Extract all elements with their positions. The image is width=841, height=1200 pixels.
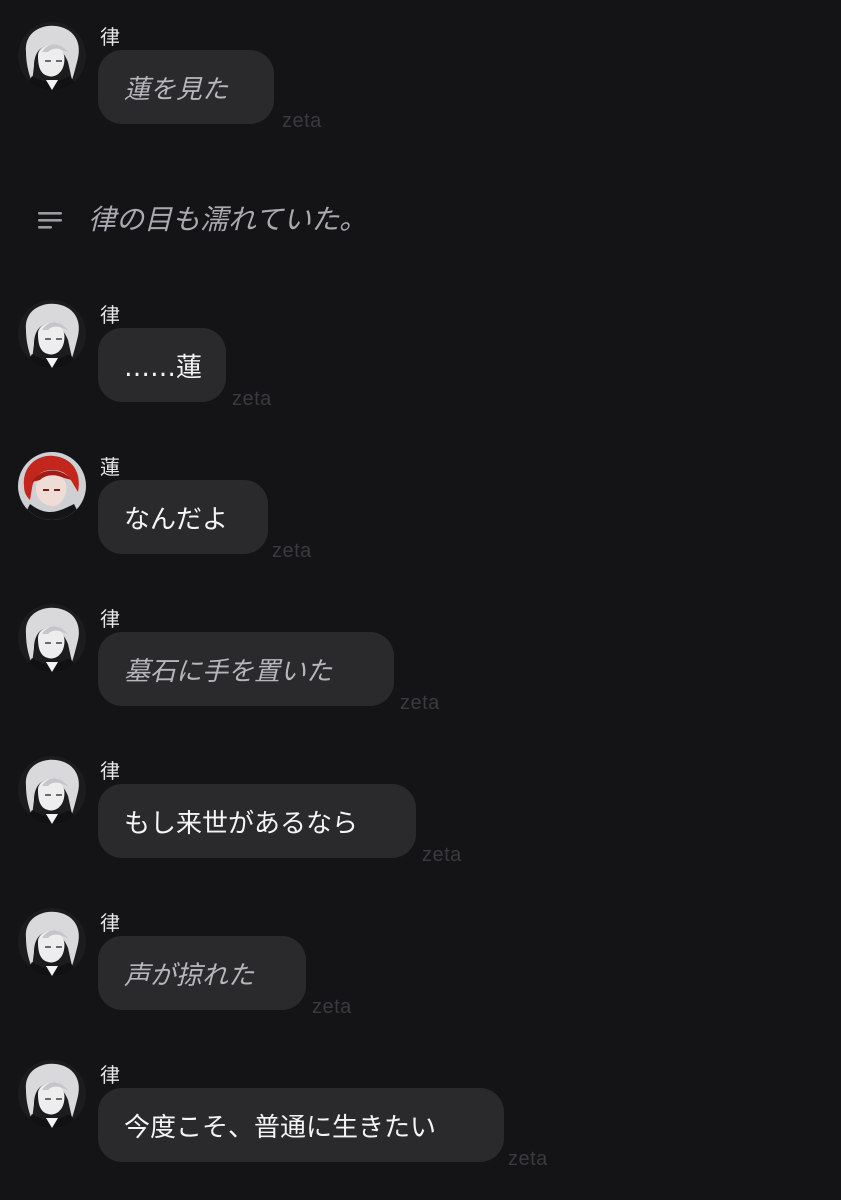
message-item: 律 墓石に手を置いた zeta xyxy=(0,604,841,734)
zeta-watermark: zeta xyxy=(422,844,462,866)
message-bubble[interactable]: 今度こそ、普通に生きたい xyxy=(98,1088,504,1162)
message-item: 律 今度こそ、普通に生きたい zeta xyxy=(0,1060,841,1190)
zeta-watermark: zeta xyxy=(312,996,352,1018)
speaker-name: 律 xyxy=(100,607,120,631)
white-haired-character-avatar[interactable] xyxy=(18,1060,86,1128)
zeta-watermark: zeta xyxy=(232,388,272,410)
message-item: 律 蓮を見た zeta xyxy=(0,22,841,152)
message-bubble[interactable]: 声が掠れた xyxy=(98,936,306,1010)
message-item: 蓮 なんだよ zeta xyxy=(0,452,841,582)
speaker-name: 律 xyxy=(100,303,120,327)
speaker-name: 蓮 xyxy=(100,455,120,479)
narration-text: 律の目も濡れていた。 xyxy=(88,203,368,236)
zeta-watermark: zeta xyxy=(272,540,312,562)
message-item: 律 ……蓮 zeta xyxy=(0,300,841,430)
message-bubble[interactable]: 蓮を見た xyxy=(98,50,274,124)
white-haired-character-avatar[interactable] xyxy=(18,604,86,672)
menu-lines-icon xyxy=(38,212,62,229)
speaker-name: 律 xyxy=(100,911,120,935)
zeta-watermark: zeta xyxy=(282,110,322,132)
message-item: 律 もし来世があるなら zeta xyxy=(0,756,841,886)
message-bubble[interactable]: ……蓮 xyxy=(98,328,226,402)
message-bubble[interactable]: なんだよ xyxy=(98,480,268,554)
zeta-watermark: zeta xyxy=(508,1148,548,1170)
white-haired-character-avatar[interactable] xyxy=(18,300,86,368)
narration-row: 律の目も濡れていた。 xyxy=(0,196,841,246)
red-haired-character-avatar[interactable] xyxy=(18,452,86,520)
message-bubble[interactable]: 墓石に手を置いた xyxy=(98,632,394,706)
white-haired-character-avatar[interactable] xyxy=(18,908,86,976)
white-haired-character-avatar[interactable] xyxy=(18,756,86,824)
speaker-name: 律 xyxy=(100,25,120,49)
speaker-name: 律 xyxy=(100,759,120,783)
speaker-name: 律 xyxy=(100,1063,120,1087)
white-haired-character-avatar[interactable] xyxy=(18,22,86,90)
zeta-watermark: zeta xyxy=(400,692,440,714)
message-bubble[interactable]: もし来世があるなら xyxy=(98,784,416,858)
message-item: 律 声が掠れた zeta xyxy=(0,908,841,1038)
